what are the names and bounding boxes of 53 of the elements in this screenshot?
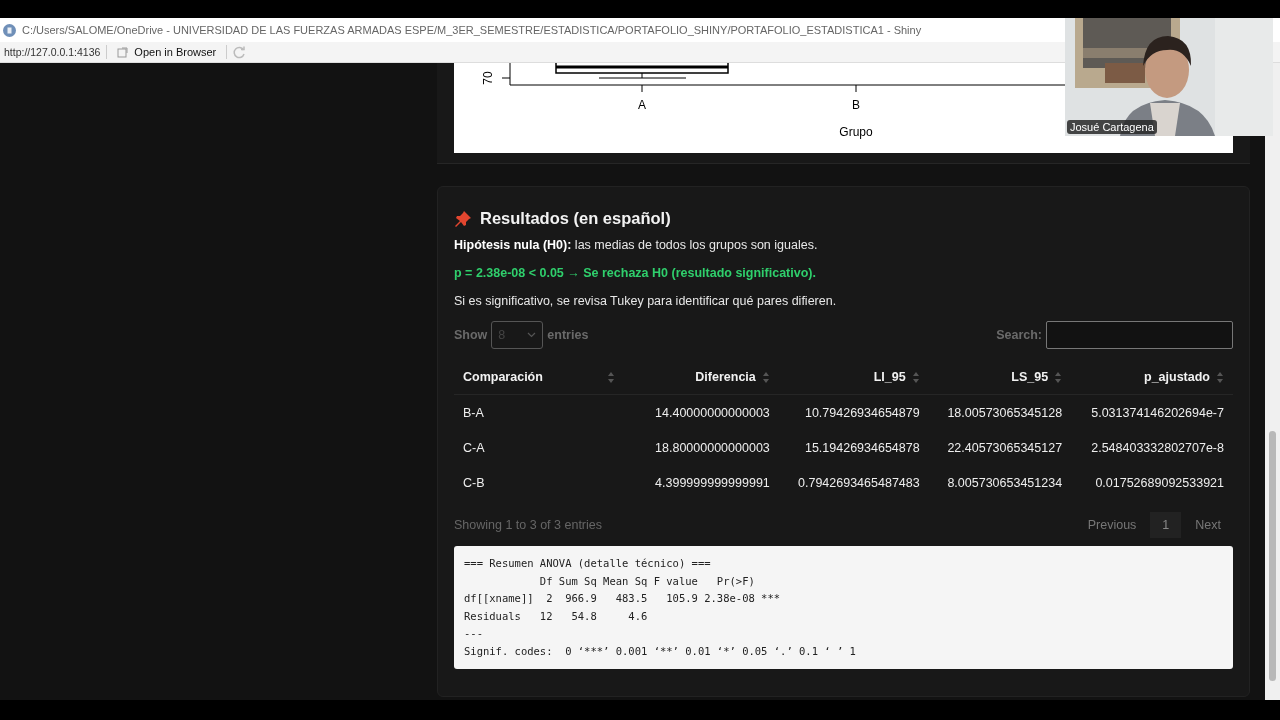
browser-icon	[117, 46, 129, 58]
sort-icon	[1216, 371, 1224, 385]
column-header[interactable]: LI_95	[778, 360, 929, 395]
table-cell-text: 18.80000000000003	[654, 439, 771, 457]
table-cell-text: C-B	[462, 474, 486, 492]
page-button[interactable]: 1	[1150, 512, 1182, 539]
participant-name: Josué Cartagena	[1067, 120, 1157, 134]
search-label: Search:	[996, 328, 1042, 342]
table-cell-text: 15.19426934654878	[803, 439, 921, 457]
open-in-browser-button[interactable]: Open in Browser	[113, 46, 221, 58]
table-cell-text: 4.399999999999991	[654, 474, 771, 492]
table-cell-text: 0.7942693465487483	[797, 474, 921, 492]
table-cell-text: 8.005730653451234	[946, 474, 1064, 492]
table-info: Showing 1 to 3 of 3 entries	[454, 518, 602, 533]
caret-icon	[527, 332, 537, 338]
column-header[interactable]: Diferencia	[636, 360, 779, 395]
x-axis-label: Grupo	[839, 125, 873, 139]
y-axis	[501, 63, 511, 86]
url-text: http://127.0.0.1:4136	[4, 46, 101, 58]
note-text: Si es significativo, se revisa Tukey para identificar qué pares difieren.	[454, 293, 838, 310]
next-button[interactable]: Next	[1183, 512, 1233, 539]
table-cell-text: 2.548403332802707e-8	[1090, 439, 1225, 457]
table-cell-text: C-A	[462, 439, 486, 457]
verdict-text: p = 2.38e-08 < 0.05 → Se rechaza H0 (resultado significativo).	[454, 265, 817, 282]
sort-icon	[761, 371, 770, 385]
previous-button[interactable]: Previous	[1075, 512, 1149, 539]
show-label: Show	[454, 328, 488, 342]
app-icon	[3, 23, 16, 37]
sort-icon	[911, 371, 920, 385]
x-tick-label: A	[638, 98, 646, 112]
search-field[interactable]	[1046, 321, 1233, 349]
table-cell-text: 22.40573065345127	[946, 439, 1064, 457]
entries-label: entries	[547, 328, 589, 342]
column-header[interactable]: LS_95	[928, 360, 1072, 395]
column-header[interactable]: Comparación	[454, 360, 637, 395]
sort-icon	[1054, 371, 1063, 385]
column-header[interactable]: p_ajustado	[1071, 360, 1233, 395]
table-cell: 18.00573065345128	[928, 394, 1072, 431]
table-cell: B-A	[454, 394, 637, 431]
refresh-icon[interactable]	[233, 45, 247, 59]
table-cell: 10.79426934654879	[778, 394, 929, 431]
scrollbar[interactable]	[1265, 63, 1280, 700]
anova-output: === Resumen ANOVA (detalle técnico) === Df Sum Sq Mean Sq F value Pr(>F) df[[xname]] 2 966.9 483.5 105.9 2.38e-08 *** Residuals 12 54.8 4.6 --- Signif. codes: 0 ‘***’ 0.001 ‘**’ 0.01 ‘*’ 0.05 ‘.’ 0.1 ‘ ’ 1	[454, 546, 1233, 670]
table-cell: 5.031374146202694e-7	[1071, 394, 1233, 431]
window-title: C:/Users/SALOME/OneDrive - UNIVERSIDAD DE LAS FUERZAS ARMADAS ESPE/M_3ER_SEMESTRE/ESTADISTICA/PORTAFOLIO_SHINY/PORTAFOLIO_ESTADISTICA1 - Shiny	[22, 24, 922, 36]
pushpin-icon	[454, 209, 472, 228]
y-tick-label: 70	[481, 71, 495, 85]
sort-icon	[606, 371, 615, 385]
x-tick-label: B	[852, 98, 860, 112]
results-title: Resultados (en español)	[480, 209, 671, 228]
table-cell: 14.40000000000003	[636, 394, 779, 431]
table-cell-text: 0.01752689092533921	[1094, 474, 1225, 492]
hypothesis-text: Hipótesis nula (H0): las medias de todos los grupos son iguales.	[454, 237, 819, 254]
